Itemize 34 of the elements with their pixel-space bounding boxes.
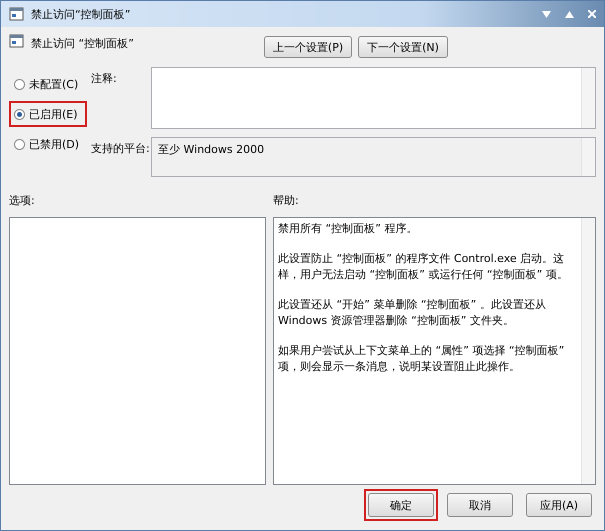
radio-label: 已启用(E) bbox=[29, 106, 78, 122]
policy-icon bbox=[9, 33, 25, 49]
scrollbar[interactable] bbox=[581, 218, 595, 484]
dialog-button[interactable]: 应用(A) bbox=[526, 493, 592, 517]
platform-value: 至少 Windows 2000 bbox=[158, 143, 264, 156]
highlighted-radio-option[interactable]: 已启用(E) bbox=[9, 101, 87, 127]
up-triangle-icon[interactable] bbox=[565, 10, 574, 18]
nav-button[interactable]: 下一个设置(N) bbox=[358, 36, 448, 58]
radio-button[interactable] bbox=[14, 78, 25, 90]
radio-button[interactable] bbox=[14, 108, 25, 120]
options-label: 选项: bbox=[9, 193, 36, 209]
policy-icon bbox=[9, 6, 25, 22]
radio-option[interactable]: 未配置(C) bbox=[9, 71, 87, 97]
comment-field[interactable] bbox=[151, 67, 596, 129]
dialog-button[interactable]: 取消 bbox=[447, 493, 513, 517]
close-icon[interactable] bbox=[588, 10, 596, 18]
nav-button[interactable]: 上一个设置(P) bbox=[264, 36, 352, 58]
radio-option[interactable]: 已禁用(D) bbox=[9, 131, 87, 157]
dialog-button[interactable]: 确定 bbox=[368, 493, 434, 517]
help-paragraph: 此设置还从 “开始” 菜单删除 “控制面板” 。此设置还从 Windows 资源管理器删除 “控制面板” 文件夹。 bbox=[278, 297, 547, 329]
help-paragraph: 禁用所有 “控制面板” 程序。 bbox=[278, 221, 418, 237]
radio-label: 已禁用(D) bbox=[29, 136, 80, 152]
setting-title: 禁止访问 “控制面板” bbox=[31, 36, 134, 51]
down-triangle-icon[interactable] bbox=[542, 10, 551, 18]
radio-button[interactable] bbox=[14, 138, 25, 150]
platform-label: 支持的平台: bbox=[91, 141, 151, 157]
help-label: 帮助: bbox=[273, 193, 299, 209]
help-paragraph: 此设置防止 “控制面板” 的程序文件 Control.exe 启动。这样，用户无法启动 “控制面板” 或运行任何 “控制面板” 项。 bbox=[278, 251, 569, 283]
comment-label: 注释: bbox=[91, 71, 118, 87]
radio-label: 未配置(C) bbox=[29, 76, 78, 92]
help-paragraph: 如果用户尝试从上下文菜单上的 “属性” 项选择 “控制面板” 项，则会显示一条消息，说明某设置阻止此操作。 bbox=[278, 343, 566, 375]
scrollbar[interactable] bbox=[581, 138, 595, 176]
window-title: 禁止访问“控制面板” bbox=[31, 6, 130, 22]
scrollbar[interactable] bbox=[581, 68, 595, 128]
